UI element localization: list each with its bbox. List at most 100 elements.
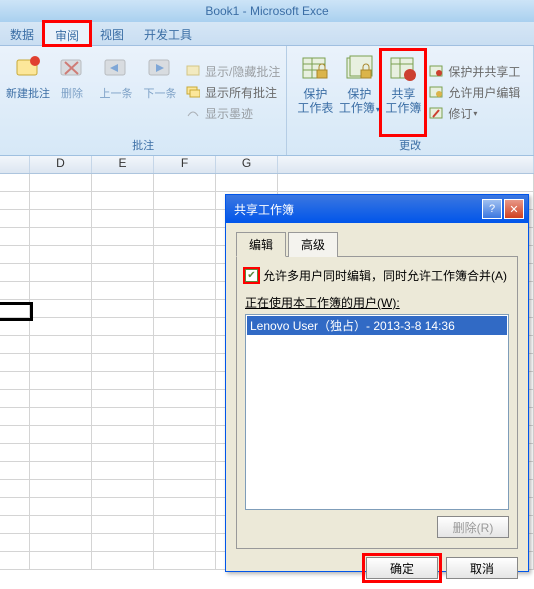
grid-cell[interactable] <box>0 552 30 570</box>
protect-sheet-button[interactable]: 保护工作表 <box>293 50 337 135</box>
grid-cell[interactable] <box>30 336 92 354</box>
grid-cell[interactable] <box>30 210 92 228</box>
tab-data[interactable]: 数据 <box>0 22 44 45</box>
grid-cell[interactable] <box>154 174 216 192</box>
grid-cell[interactable] <box>154 462 216 480</box>
grid-cell[interactable] <box>278 174 534 192</box>
allow-multi-user-checkbox[interactable]: ✔ <box>245 269 258 282</box>
grid-cell[interactable] <box>154 228 216 246</box>
grid-cell[interactable] <box>30 426 92 444</box>
allow-edit-button[interactable]: 允许用户编辑 <box>429 84 520 101</box>
track-changes-button[interactable]: 修订▾ <box>429 105 520 122</box>
grid-cell[interactable] <box>30 408 92 426</box>
grid-cell[interactable] <box>92 264 154 282</box>
grid-cell[interactable] <box>92 372 154 390</box>
grid-cell[interactable] <box>0 354 30 372</box>
col-header-f[interactable]: F <box>154 156 216 173</box>
grid-cell[interactable] <box>92 336 154 354</box>
user-list-item[interactable]: Lenovo User（独占）- 2013-3-8 14:36 <box>247 316 507 335</box>
grid-cell[interactable] <box>154 534 216 552</box>
protect-workbook-button[interactable]: 保护工作簿▾ <box>337 50 381 135</box>
grid-cell[interactable] <box>0 480 30 498</box>
grid-cell[interactable] <box>0 462 30 480</box>
tab-developer[interactable]: 开发工具 <box>134 22 202 45</box>
grid-cell[interactable] <box>0 408 30 426</box>
grid-cell[interactable] <box>154 210 216 228</box>
allow-multi-user-row[interactable]: ✔ 允许多用户同时编辑，同时允许工作簿合并(A) <box>245 267 509 284</box>
users-listbox[interactable]: Lenovo User（独占）- 2013-3-8 14:36 <box>245 314 509 510</box>
grid-cell[interactable] <box>0 264 30 282</box>
grid-cell[interactable] <box>154 372 216 390</box>
tab-review[interactable]: 审阅 <box>44 22 90 45</box>
grid-cell[interactable] <box>92 552 154 570</box>
protect-share-button[interactable]: 保护并共享工 <box>429 63 520 80</box>
dialog-close-button[interactable]: ✕ <box>504 199 524 219</box>
grid-cell[interactable] <box>30 480 92 498</box>
dialog-tab-advanced[interactable]: 高级 <box>288 232 338 257</box>
tab-view[interactable]: 视图 <box>90 22 134 45</box>
grid-cell[interactable] <box>0 192 30 210</box>
grid-cell[interactable] <box>0 516 30 534</box>
grid-cell[interactable] <box>92 174 154 192</box>
grid-cell[interactable] <box>0 426 30 444</box>
grid-cell[interactable] <box>154 300 216 318</box>
grid-cell[interactable] <box>154 336 216 354</box>
grid-cell[interactable] <box>0 228 30 246</box>
grid-cell[interactable] <box>92 246 154 264</box>
grid-cell[interactable] <box>154 264 216 282</box>
col-header-e[interactable]: E <box>92 156 154 173</box>
grid-cell[interactable] <box>30 462 92 480</box>
grid-cell[interactable] <box>0 372 30 390</box>
col-header-corner[interactable] <box>0 156 30 173</box>
grid-cell[interactable] <box>92 300 154 318</box>
grid-cell[interactable] <box>0 174 30 192</box>
show-all-comments-button[interactable]: 显示所有批注 <box>186 84 280 101</box>
grid-cell[interactable] <box>154 246 216 264</box>
col-header-g[interactable]: G <box>216 156 278 173</box>
grid-cell[interactable] <box>154 390 216 408</box>
grid-cell[interactable] <box>92 192 154 210</box>
ok-button[interactable]: 确定 <box>366 557 438 579</box>
grid-cell[interactable] <box>0 246 30 264</box>
grid-cell[interactable] <box>154 516 216 534</box>
grid-cell[interactable] <box>30 390 92 408</box>
grid-cell[interactable] <box>30 372 92 390</box>
grid-cell[interactable] <box>92 426 154 444</box>
grid-cell[interactable] <box>30 354 92 372</box>
grid-cell[interactable] <box>30 282 92 300</box>
grid-cell[interactable] <box>92 480 154 498</box>
grid-cell[interactable] <box>30 192 92 210</box>
grid-cell[interactable] <box>92 408 154 426</box>
grid-cell[interactable] <box>30 228 92 246</box>
grid-cell[interactable] <box>154 192 216 210</box>
grid-row[interactable] <box>0 174 534 192</box>
grid-cell[interactable] <box>0 336 30 354</box>
cancel-button[interactable]: 取消 <box>446 557 518 579</box>
share-workbook-button[interactable]: 共享工作簿 <box>381 50 425 135</box>
grid-cell[interactable] <box>154 354 216 372</box>
grid-cell[interactable] <box>0 498 30 516</box>
col-header-blank[interactable] <box>278 156 534 173</box>
grid-cell[interactable] <box>92 498 154 516</box>
grid-cell[interactable] <box>92 462 154 480</box>
grid-cell[interactable] <box>0 210 30 228</box>
grid-cell[interactable] <box>0 444 30 462</box>
grid-cell[interactable] <box>30 498 92 516</box>
grid-cell[interactable] <box>30 300 92 318</box>
grid-cell[interactable] <box>30 534 92 552</box>
grid-cell[interactable] <box>154 498 216 516</box>
grid-cell[interactable] <box>92 228 154 246</box>
grid-cell[interactable] <box>0 390 30 408</box>
grid-cell[interactable] <box>92 282 154 300</box>
grid-cell[interactable] <box>30 444 92 462</box>
grid-cell[interactable] <box>92 390 154 408</box>
grid-cell[interactable] <box>92 534 154 552</box>
col-header-d[interactable]: D <box>30 156 92 173</box>
grid-cell[interactable] <box>0 534 30 552</box>
grid-cell[interactable] <box>30 264 92 282</box>
grid-cell[interactable] <box>30 516 92 534</box>
grid-cell[interactable] <box>92 354 154 372</box>
grid-cell[interactable] <box>30 318 92 336</box>
grid-cell[interactable] <box>154 480 216 498</box>
grid-cell[interactable] <box>154 282 216 300</box>
